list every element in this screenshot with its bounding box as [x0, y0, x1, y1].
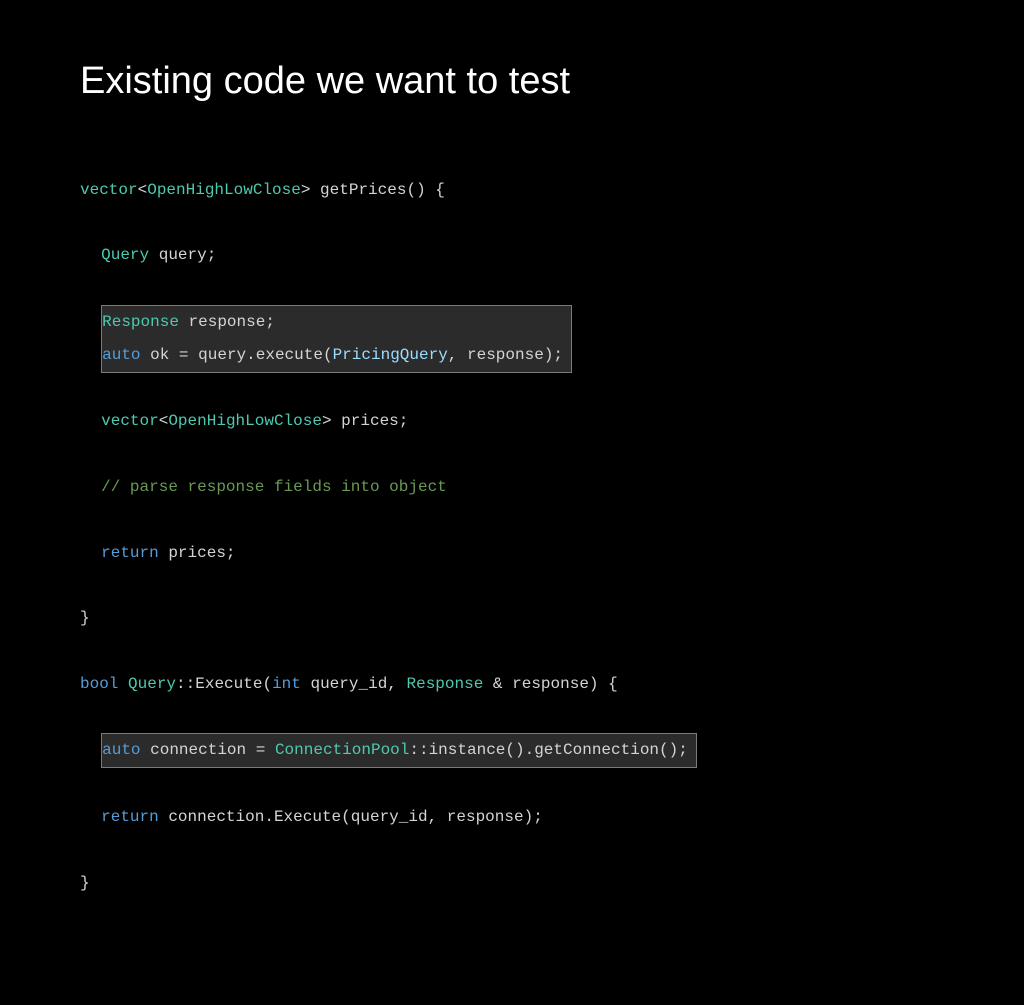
tok-pun: } [80, 874, 90, 892]
code-line: return connection.Execute(query_id, resp… [80, 801, 944, 834]
tok-type: Query [128, 675, 176, 693]
tok-id: query; [149, 246, 216, 264]
tok-id: (query_id, response); [341, 808, 543, 826]
code-line: } [80, 867, 944, 900]
tok-pun: :: [176, 675, 195, 693]
code-block: vector<OpenHighLowClose> getPrices() { Q… [80, 141, 944, 965]
tok-pun: () { [406, 181, 444, 199]
tok-const: PricingQuery [333, 346, 448, 364]
tok-fn: execute [256, 346, 323, 364]
tok-id: ok [141, 346, 179, 364]
tok-pun: < [159, 412, 169, 430]
tok-fn: Execute [274, 808, 341, 826]
tok-id: prices; [159, 544, 236, 562]
slide-title: Existing code we want to test [80, 60, 944, 103]
tok-op: = [179, 346, 189, 364]
tok-sp [265, 741, 275, 759]
slide: Existing code we want to test vector<Ope… [0, 0, 1024, 1005]
tok-type: OpenHighLowClose [147, 181, 301, 199]
tok-fn: instance [429, 741, 506, 759]
tok-type: OpenHighLowClose [168, 412, 322, 430]
code-line: return prices; [80, 537, 944, 570]
tok-type: Query [101, 246, 149, 264]
tok-type: Response [407, 675, 484, 693]
tok-pun: :: [409, 741, 428, 759]
tok-keyword: auto [102, 741, 140, 759]
highlight-box: Response response; auto ok = query.execu… [101, 305, 572, 373]
tok-type: vector [101, 412, 159, 430]
tok-pun: (). [505, 741, 534, 759]
tok-keyword: int [272, 675, 301, 693]
tok-id: > prices; [322, 412, 408, 430]
tok-keyword: auto [102, 346, 140, 364]
tok-type: ConnectionPool [275, 741, 409, 759]
tok-pun: < [138, 181, 148, 199]
highlight-box: auto connection = ConnectionPool::instan… [101, 733, 697, 768]
tok-type: vector [80, 181, 138, 199]
tok-id: query. [189, 346, 256, 364]
code-line-highlight: Response response; auto ok = query.execu… [80, 305, 944, 373]
code-line: // parse response fields into object [80, 471, 944, 504]
tok-id: response; [179, 313, 275, 331]
tok-fn: Execute [195, 675, 262, 693]
code-line: } [80, 602, 944, 635]
code-line: bool Query::Execute(int query_id, Respon… [80, 668, 944, 701]
tok-keyword: return [101, 544, 159, 562]
tok-type: Response [102, 313, 179, 331]
code-line-highlight: auto connection = ConnectionPool::instan… [80, 733, 944, 768]
tok-pun: (); [659, 741, 688, 759]
tok-sp [118, 675, 128, 693]
tok-id: , response); [448, 346, 563, 364]
tok-op: = [256, 741, 266, 759]
tok-id: query_id, [301, 675, 407, 693]
tok-fn: getPrices [320, 181, 406, 199]
tok-fn: getConnection [534, 741, 659, 759]
code-line: vector<OpenHighLowClose> prices; [80, 405, 944, 438]
tok-pun: ( [323, 346, 333, 364]
tok-pun: > [301, 181, 320, 199]
tok-comment: // parse response fields into object [101, 478, 447, 496]
tok-id: connection. [159, 808, 274, 826]
tok-id: & response) { [483, 675, 617, 693]
tok-id: connection [141, 741, 256, 759]
code-line: Query query; [80, 239, 944, 272]
tok-pun: } [80, 609, 90, 627]
tok-pun: ( [262, 675, 272, 693]
tok-keyword: return [101, 808, 159, 826]
tok-keyword: bool [80, 675, 118, 693]
code-line: vector<OpenHighLowClose> getPrices() { [80, 174, 944, 207]
